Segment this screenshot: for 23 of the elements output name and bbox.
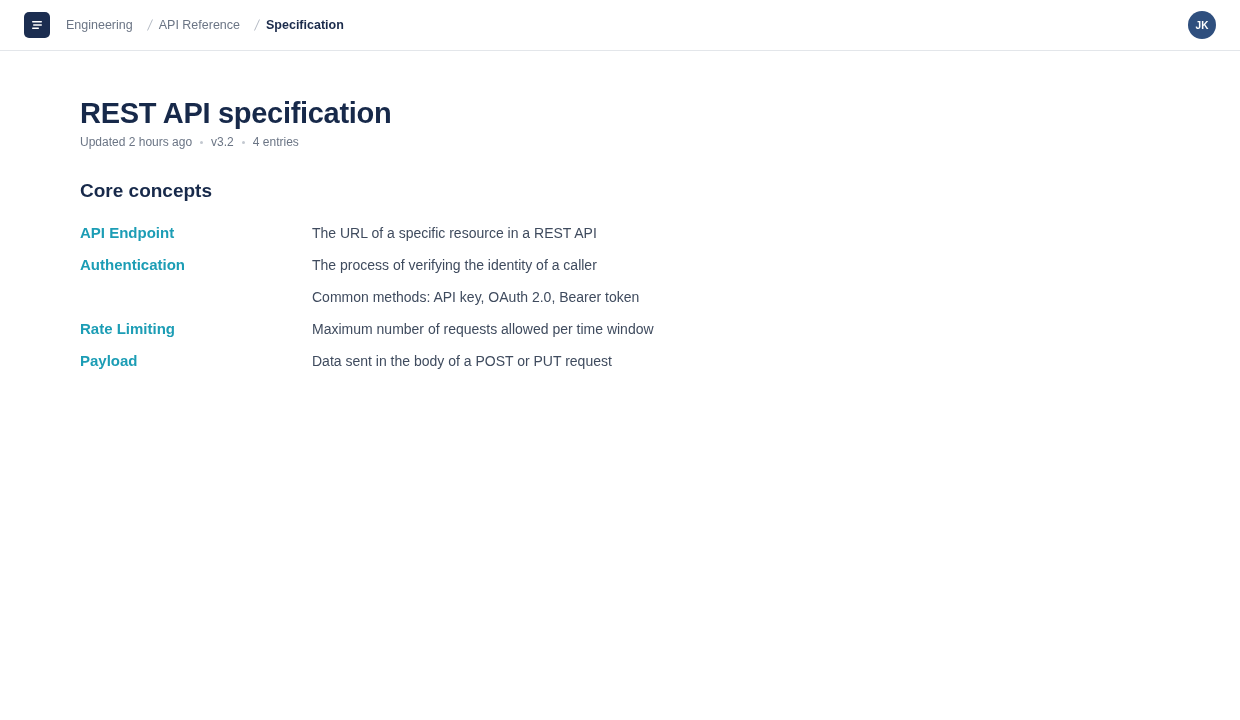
definition: The URL of a specific resource in a REST API	[312, 224, 597, 242]
definition: Maximum number of requests allowed per time window	[312, 320, 654, 338]
separator-dot-icon	[241, 140, 245, 144]
meta-text: Updated 2 hours ago	[80, 135, 193, 149]
term: Payload	[80, 352, 138, 370]
menu-icon[interactable]	[24, 12, 50, 38]
section-heading: Core concepts	[80, 179, 212, 203]
slash-icon	[254, 19, 260, 31]
page-title: REST API specification	[80, 96, 392, 131]
term: Authentication	[80, 256, 185, 275]
user-avatar[interactable]: JK	[1188, 11, 1216, 39]
breadcrumb-link[interactable]: API Reference	[158, 18, 240, 32]
current-breadcrumb[interactable]: Specification	[266, 18, 344, 32]
term: Rate Limiting	[80, 320, 175, 338]
definition: Data sent in the body of a POST or PUT request	[312, 352, 612, 370]
definition: The process of verifying the identity of a caller	[312, 256, 597, 274]
breadcrumb-link[interactable]: Engineering	[66, 18, 133, 32]
slash-icon	[146, 19, 153, 31]
definition: Common methods: API key, OAuth 2.0, Bearer token	[312, 288, 640, 306]
separator-dot-icon	[200, 140, 204, 144]
term: API Endpoint	[80, 224, 175, 242]
meta-text: v3.2	[211, 135, 234, 149]
meta-text: 4 entries	[252, 135, 299, 149]
